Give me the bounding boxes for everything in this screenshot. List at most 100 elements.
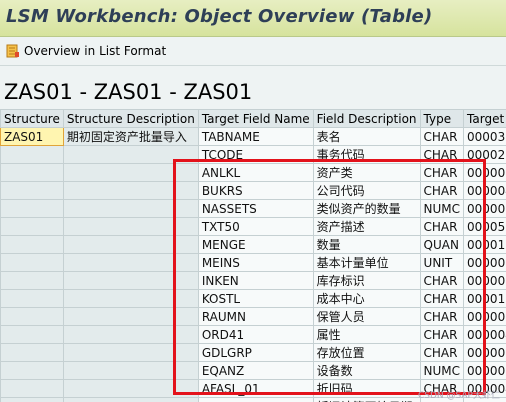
table-cell[interactable]: QUAN <box>419 235 465 254</box>
table-cell[interactable]: 000003 <box>463 253 506 272</box>
table-cell[interactable]: CHAR <box>419 289 465 308</box>
table-cell[interactable] <box>62 307 199 326</box>
table-cell[interactable]: 000020 <box>463 145 506 164</box>
table-cell[interactable]: CHAR <box>419 325 465 344</box>
table-cell[interactable] <box>62 325 199 344</box>
table-cell[interactable] <box>62 397 199 402</box>
table-cell[interactable] <box>62 289 199 308</box>
table-cell[interactable]: BUKRS <box>197 181 314 200</box>
table-cell[interactable] <box>0 217 64 236</box>
table-cell[interactable] <box>62 253 199 272</box>
table-cell[interactable] <box>62 361 199 380</box>
table-cell[interactable]: AFASL_01 <box>197 379 314 398</box>
table-cell[interactable] <box>0 397 64 402</box>
table-cell[interactable] <box>0 307 64 326</box>
table-cell[interactable]: 000018 <box>463 235 506 254</box>
table-cell[interactable] <box>62 379 199 398</box>
table-cell[interactable]: 公司代码 <box>312 181 421 200</box>
table-cell[interactable] <box>0 253 64 272</box>
table-cell[interactable] <box>62 163 199 182</box>
table-row[interactable]: BUKRS公司代码CHAR000004 <box>0 181 506 200</box>
column-header[interactable]: Structure Description <box>62 109 199 128</box>
column-header[interactable]: Target Length <box>463 109 506 128</box>
table-cell[interactable]: 000001 <box>463 271 506 290</box>
table-cell[interactable]: AFABG_01 <box>197 397 314 402</box>
table-cell[interactable]: CHAR <box>419 217 465 236</box>
table-cell[interactable]: TCODE <box>197 145 314 164</box>
table-row[interactable]: TCODE事务代码CHAR000020 <box>0 145 506 164</box>
table-row[interactable]: GDLGRP存放位置CHAR000008 <box>0 343 506 362</box>
table-row[interactable]: MENGE数量QUAN000018 <box>0 235 506 254</box>
table-cell[interactable]: KOSTL <box>197 289 314 308</box>
table-cell[interactable]: EQANZ <box>197 361 314 380</box>
table-cell[interactable] <box>0 325 64 344</box>
table-cell[interactable]: NASSETS <box>197 199 314 218</box>
table-cell[interactable] <box>0 361 64 380</box>
table-cell[interactable]: 资产类 <box>312 163 421 182</box>
table-cell[interactable]: 000030 <box>463 127 506 146</box>
table-cell[interactable]: NUMC <box>419 199 465 218</box>
table-cell[interactable]: GDLGRP <box>197 343 314 362</box>
table-cell[interactable] <box>0 289 64 308</box>
table-row[interactable]: TXT50资产描述CHAR000050 <box>0 217 506 236</box>
list-format-button[interactable]: Overview in List Format <box>6 40 166 62</box>
table-cell[interactable]: 库存标识 <box>312 271 421 290</box>
table-cell[interactable]: 存放位置 <box>312 343 421 362</box>
table-cell[interactable] <box>62 181 199 200</box>
table-cell[interactable]: CHAR <box>419 271 465 290</box>
table-row[interactable]: RAUMN保管人员CHAR000008 <box>0 307 506 326</box>
table-cell[interactable]: CHAR <box>419 127 465 146</box>
table-cell[interactable]: 000003 <box>463 199 506 218</box>
table-row[interactable]: NASSETS类似资产的数量NUMC000003 <box>0 199 506 218</box>
table-cell[interactable]: 设备数 <box>312 361 421 380</box>
table-cell[interactable]: MENGE <box>197 235 314 254</box>
table-cell[interactable]: NUMC <box>419 361 465 380</box>
table-cell[interactable] <box>0 271 64 290</box>
table-cell[interactable]: 数量 <box>312 235 421 254</box>
table-cell[interactable]: 000050 <box>463 217 506 236</box>
table-cell[interactable] <box>62 199 199 218</box>
table-cell[interactable]: 表名 <box>312 127 421 146</box>
column-header[interactable]: Structure <box>0 109 64 128</box>
table-cell[interactable] <box>62 235 199 254</box>
table-cell[interactable]: 000008 <box>463 343 506 362</box>
table-cell[interactable]: 000008 <box>463 307 506 326</box>
table-cell[interactable] <box>62 343 199 362</box>
table-cell[interactable] <box>62 271 199 290</box>
table-cell[interactable]: ORD41 <box>197 325 314 344</box>
table-cell[interactable]: CHAR <box>419 145 465 164</box>
table-cell[interactable] <box>0 343 64 362</box>
table-row[interactable]: EQANZ设备数NUMC000001 <box>0 361 506 380</box>
table-cell[interactable]: MEINS <box>197 253 314 272</box>
table-cell[interactable]: TABNAME <box>197 127 314 146</box>
table-cell[interactable]: 000010 <box>463 289 506 308</box>
table-cell[interactable]: 期初固定资产批量导入 <box>62 127 199 146</box>
table-cell[interactable] <box>0 199 64 218</box>
table-cell[interactable]: 资产描述 <box>312 217 421 236</box>
table-cell[interactable]: 000001 <box>463 361 506 380</box>
table-cell[interactable]: CHAR <box>419 181 465 200</box>
table-cell[interactable]: RAUMN <box>197 307 314 326</box>
table-cell[interactable]: 保管人员 <box>312 307 421 326</box>
table-cell[interactable] <box>0 145 64 164</box>
table-cell[interactable]: CHAR <box>419 343 465 362</box>
table-cell[interactable]: UNIT <box>419 253 465 272</box>
table-cell[interactable]: TXT50 <box>197 217 314 236</box>
table-row[interactable]: MEINS基本计量单位UNIT000003 <box>0 253 506 272</box>
column-header[interactable]: Target Field Name <box>197 109 314 128</box>
table-row[interactable]: ANLKL资产类CHAR000008 <box>0 163 506 182</box>
table-cell[interactable]: 基本计量单位 <box>312 253 421 272</box>
column-header[interactable]: Type <box>419 109 465 128</box>
table-cell[interactable] <box>0 163 64 182</box>
table-cell[interactable] <box>0 181 64 200</box>
table-cell[interactable] <box>62 217 199 236</box>
table-cell[interactable]: CHAR <box>419 307 465 326</box>
table-row[interactable]: ORD41属性CHAR000004 <box>0 325 506 344</box>
table-cell[interactable]: ANLKL <box>197 163 314 182</box>
table-cell[interactable]: 000004 <box>463 181 506 200</box>
table-cell[interactable]: 属性 <box>312 325 421 344</box>
column-header[interactable]: Field Description <box>312 109 421 128</box>
table-row[interactable]: KOSTL成本中心CHAR000010 <box>0 289 506 308</box>
table-cell[interactable]: INKEN <box>197 271 314 290</box>
table-row[interactable]: ZAS01期初固定资产批量导入TABNAME表名CHAR000030 <box>0 127 506 146</box>
